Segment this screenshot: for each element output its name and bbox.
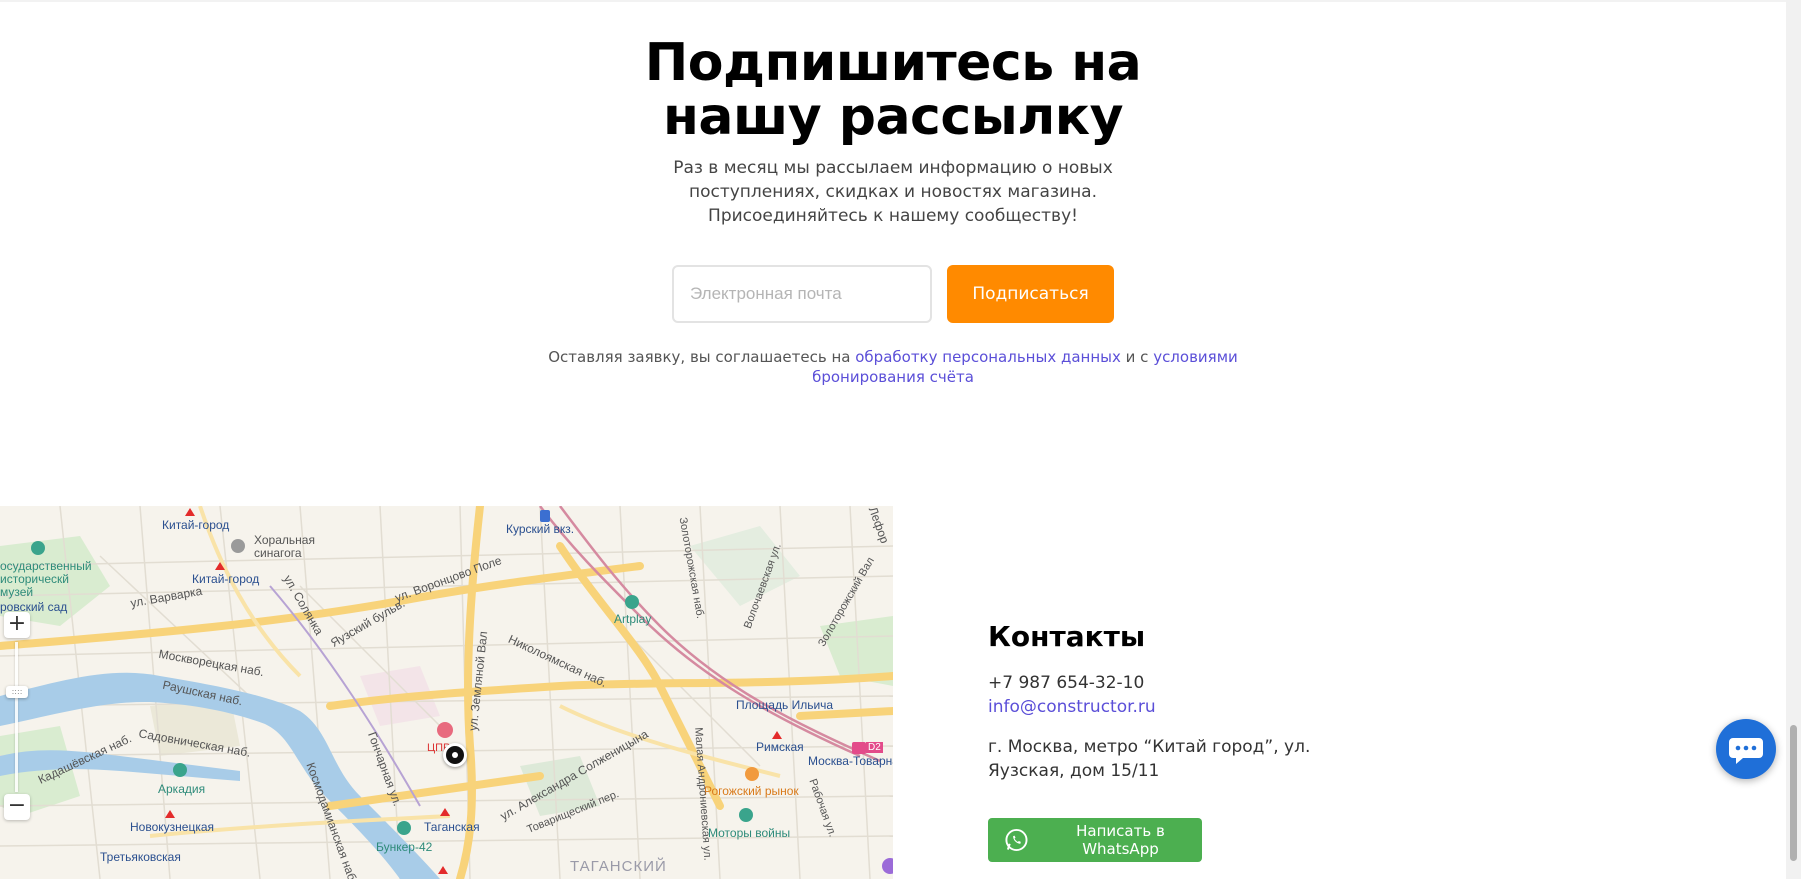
newsletter-section: Подпишитесь на нашу рассылку Раз в месяц…	[0, 0, 1786, 420]
whatsapp-label: Написать в WhatsApp	[1076, 822, 1165, 858]
zoom-track[interactable]	[15, 642, 18, 792]
subscribe-button[interactable]: Подписаться	[947, 265, 1114, 323]
zoom-slider-handle[interactable]: ::::	[6, 686, 28, 698]
map-label-rimskaya: Римская	[756, 740, 804, 754]
map-label-kursky: Курский вкз.	[506, 522, 575, 536]
personal-data-link[interactable]: обработку персональных данных	[855, 348, 1121, 366]
page-scrollbar[interactable]	[1786, 0, 1801, 879]
contacts-address: г. Москва, метро “Китай город”, ул. Яузс…	[988, 737, 1311, 781]
map-label-motory: Моторы войны	[708, 826, 791, 840]
contacts-email-link[interactable]: info@constructor.ru	[988, 695, 1368, 719]
consent-text: Оставляя заявку, вы соглашаетесь на обра…	[520, 347, 1266, 387]
map-label-state-museum: осударственный историческй музей	[0, 559, 92, 599]
map-label-artplay: Artplay	[614, 612, 652, 626]
newsletter-description: Раз в месяц мы рассылаем информацию о но…	[673, 158, 1113, 226]
map-label-moskva-tovarnaya: Москва-Товарная	[808, 754, 893, 768]
map-label-tretyakovskaya: Третьяковская	[100, 850, 181, 864]
contacts-section: Контакты +7 987 654-32-10 info@construct…	[988, 620, 1368, 783]
consent-middle: и с	[1120, 348, 1154, 366]
email-input[interactable]	[672, 265, 932, 323]
map-label-ilyicha: Площадь Ильича	[736, 698, 834, 712]
chat-button[interactable]	[1716, 719, 1776, 779]
consent-prefix: Оставляя заявку, вы соглашаетесь на	[548, 348, 856, 366]
chat-bubble-icon	[1729, 738, 1763, 764]
map-label-taganskaya: Таганская	[424, 820, 480, 834]
map-location-pin-icon[interactable]	[443, 743, 467, 767]
map[interactable]: Китай-город Хоральная синагога Китай-гор…	[0, 506, 893, 879]
contacts-title: Контакты	[988, 620, 1146, 653]
map-label-kitay-gorod: Китай-город	[192, 572, 260, 586]
map-label-arkadia: Аркадия	[158, 782, 206, 796]
whatsapp-button[interactable]: Написать в WhatsApp	[988, 818, 1202, 862]
whatsapp-icon	[1005, 828, 1028, 852]
map-label-choral-synagogue: Хоральная синагога	[254, 533, 315, 560]
map-label-d2: D2	[866, 742, 883, 753]
map-zoom-control: + :::: −	[4, 612, 30, 822]
zoom-out-button[interactable]: −	[4, 794, 30, 820]
map-label-taganskiy: ТАГАНСКИЙ	[570, 858, 667, 875]
map-label-rogozhsky: Рогожский рынок	[704, 784, 799, 798]
map-label-kitay-gorod-top: Китай-город	[162, 518, 230, 532]
map-label-novokuznetskaya: Новокузнецкая	[130, 820, 214, 834]
scrollbar-thumb[interactable]	[1790, 725, 1797, 861]
zoom-in-button[interactable]: +	[4, 612, 30, 638]
map-label-bunker: Бункер-42	[376, 840, 433, 854]
contacts-phone[interactable]: +7 987 654-32-10	[988, 671, 1368, 695]
newsletter-title: Подпишитесь на нашу рассылку	[644, 33, 1142, 147]
